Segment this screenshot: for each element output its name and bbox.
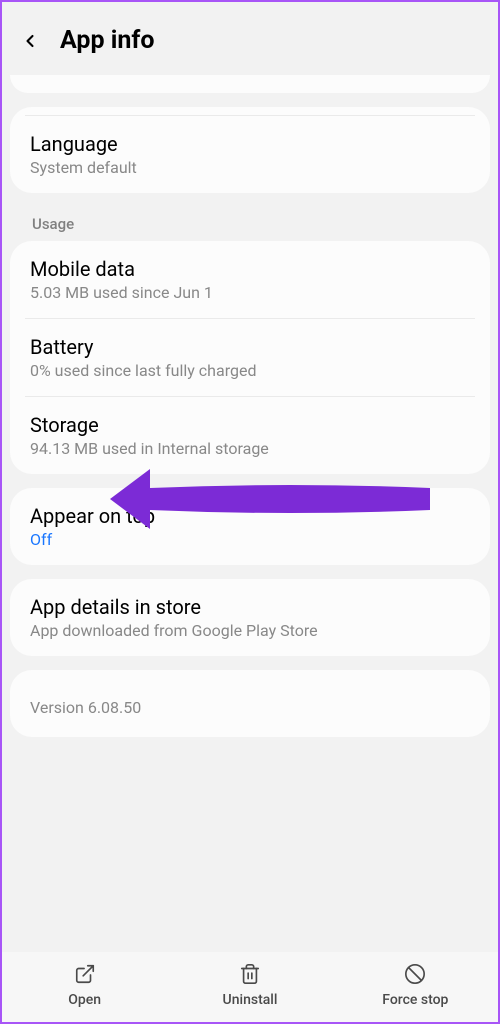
version-text: Version 6.08.50: [30, 698, 470, 717]
row-language[interactable]: Language System default: [10, 116, 490, 193]
force-stop-label: Force stop: [382, 992, 448, 1008]
row-title-appear-on-top: Appear on top: [30, 504, 470, 528]
uninstall-button[interactable]: Uninstall: [167, 962, 332, 1008]
row-title-app-details: App details in store: [30, 595, 470, 619]
trash-icon: [238, 962, 262, 986]
row-storage[interactable]: Storage 94.13 MB used in Internal storag…: [10, 397, 490, 474]
force-stop-button[interactable]: Force stop: [333, 962, 498, 1008]
row-sub-mobile-data: 5.03 MB used since Jun 1: [30, 283, 470, 302]
row-sub-storage: 94.13 MB used in Internal storage: [30, 439, 470, 458]
row-battery[interactable]: Battery 0% used since last fully charged: [10, 319, 490, 396]
open-icon: [73, 962, 97, 986]
row-appear-on-top[interactable]: Appear on top Off: [10, 488, 490, 565]
card-appear-on-top: Appear on top Off: [10, 488, 490, 565]
section-label-usage: Usage: [10, 207, 490, 241]
card-language: Language System default: [10, 107, 490, 193]
open-button[interactable]: Open: [2, 962, 167, 1008]
open-label: Open: [68, 992, 101, 1008]
bottom-bar: Open Uninstall Force stop: [2, 952, 498, 1022]
card-app-details: App details in store App downloaded from…: [10, 579, 490, 656]
header: App info: [2, 2, 498, 75]
row-app-details[interactable]: App details in store App downloaded from…: [10, 579, 490, 656]
content-scroll[interactable]: Language System default Usage Mobile dat…: [2, 75, 498, 952]
row-title-mobile-data: Mobile data: [30, 257, 470, 281]
row-sub-appear-on-top: Off: [30, 530, 470, 549]
row-title-battery: Battery: [30, 335, 470, 359]
card-version: Version 6.08.50: [10, 670, 490, 737]
card-previous-clipped: [10, 75, 490, 93]
row-title-storage: Storage: [30, 413, 470, 437]
row-title-language: Language: [30, 132, 470, 156]
row-sub-battery: 0% used since last fully charged: [30, 361, 470, 380]
row-sub-language: System default: [30, 158, 470, 177]
uninstall-label: Uninstall: [223, 992, 278, 1008]
card-usage: Mobile data 5.03 MB used since Jun 1 Bat…: [10, 241, 490, 474]
back-icon[interactable]: [18, 29, 42, 53]
row-sub-app-details: App downloaded from Google Play Store: [30, 621, 470, 640]
stop-icon: [403, 962, 427, 986]
row-mobile-data[interactable]: Mobile data 5.03 MB used since Jun 1: [10, 241, 490, 318]
page-title: App info: [60, 26, 154, 55]
